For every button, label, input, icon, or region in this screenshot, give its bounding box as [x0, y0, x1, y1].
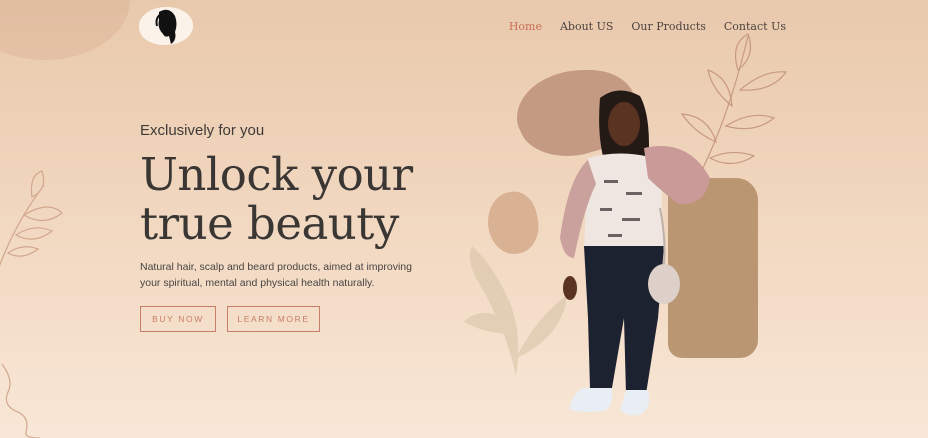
hero-headline: Unlock your true beauty — [140, 150, 413, 248]
learn-more-button[interactable]: LEARN MORE — [227, 306, 320, 332]
leaf-decoration-left-icon — [0, 170, 63, 267]
hero-description: Natural hair, scalp and beard products, … — [140, 261, 412, 289]
woman-silhouette-logo-icon — [155, 9, 177, 44]
squiggle-decoration-icon — [1, 363, 41, 438]
nav-about-link[interactable]: About US — [560, 20, 613, 33]
background-blob — [0, 0, 130, 60]
hero-model-image — [560, 90, 710, 416]
brand-logo[interactable] — [139, 7, 193, 45]
buy-now-button[interactable]: BUY NOW — [140, 306, 216, 332]
nav-contact-link[interactable]: Contact Us — [724, 20, 786, 33]
nav-home-link[interactable]: Home — [509, 20, 542, 33]
main-nav: Home About US Our Products Contact Us — [509, 20, 786, 33]
hero-headline-line2: true beauty — [140, 197, 399, 250]
hero-eyebrow: Exclusively for you — [140, 122, 265, 139]
nav-products-link[interactable]: Our Products — [631, 20, 706, 33]
hero-headline-line1: Unlock your — [140, 148, 413, 201]
